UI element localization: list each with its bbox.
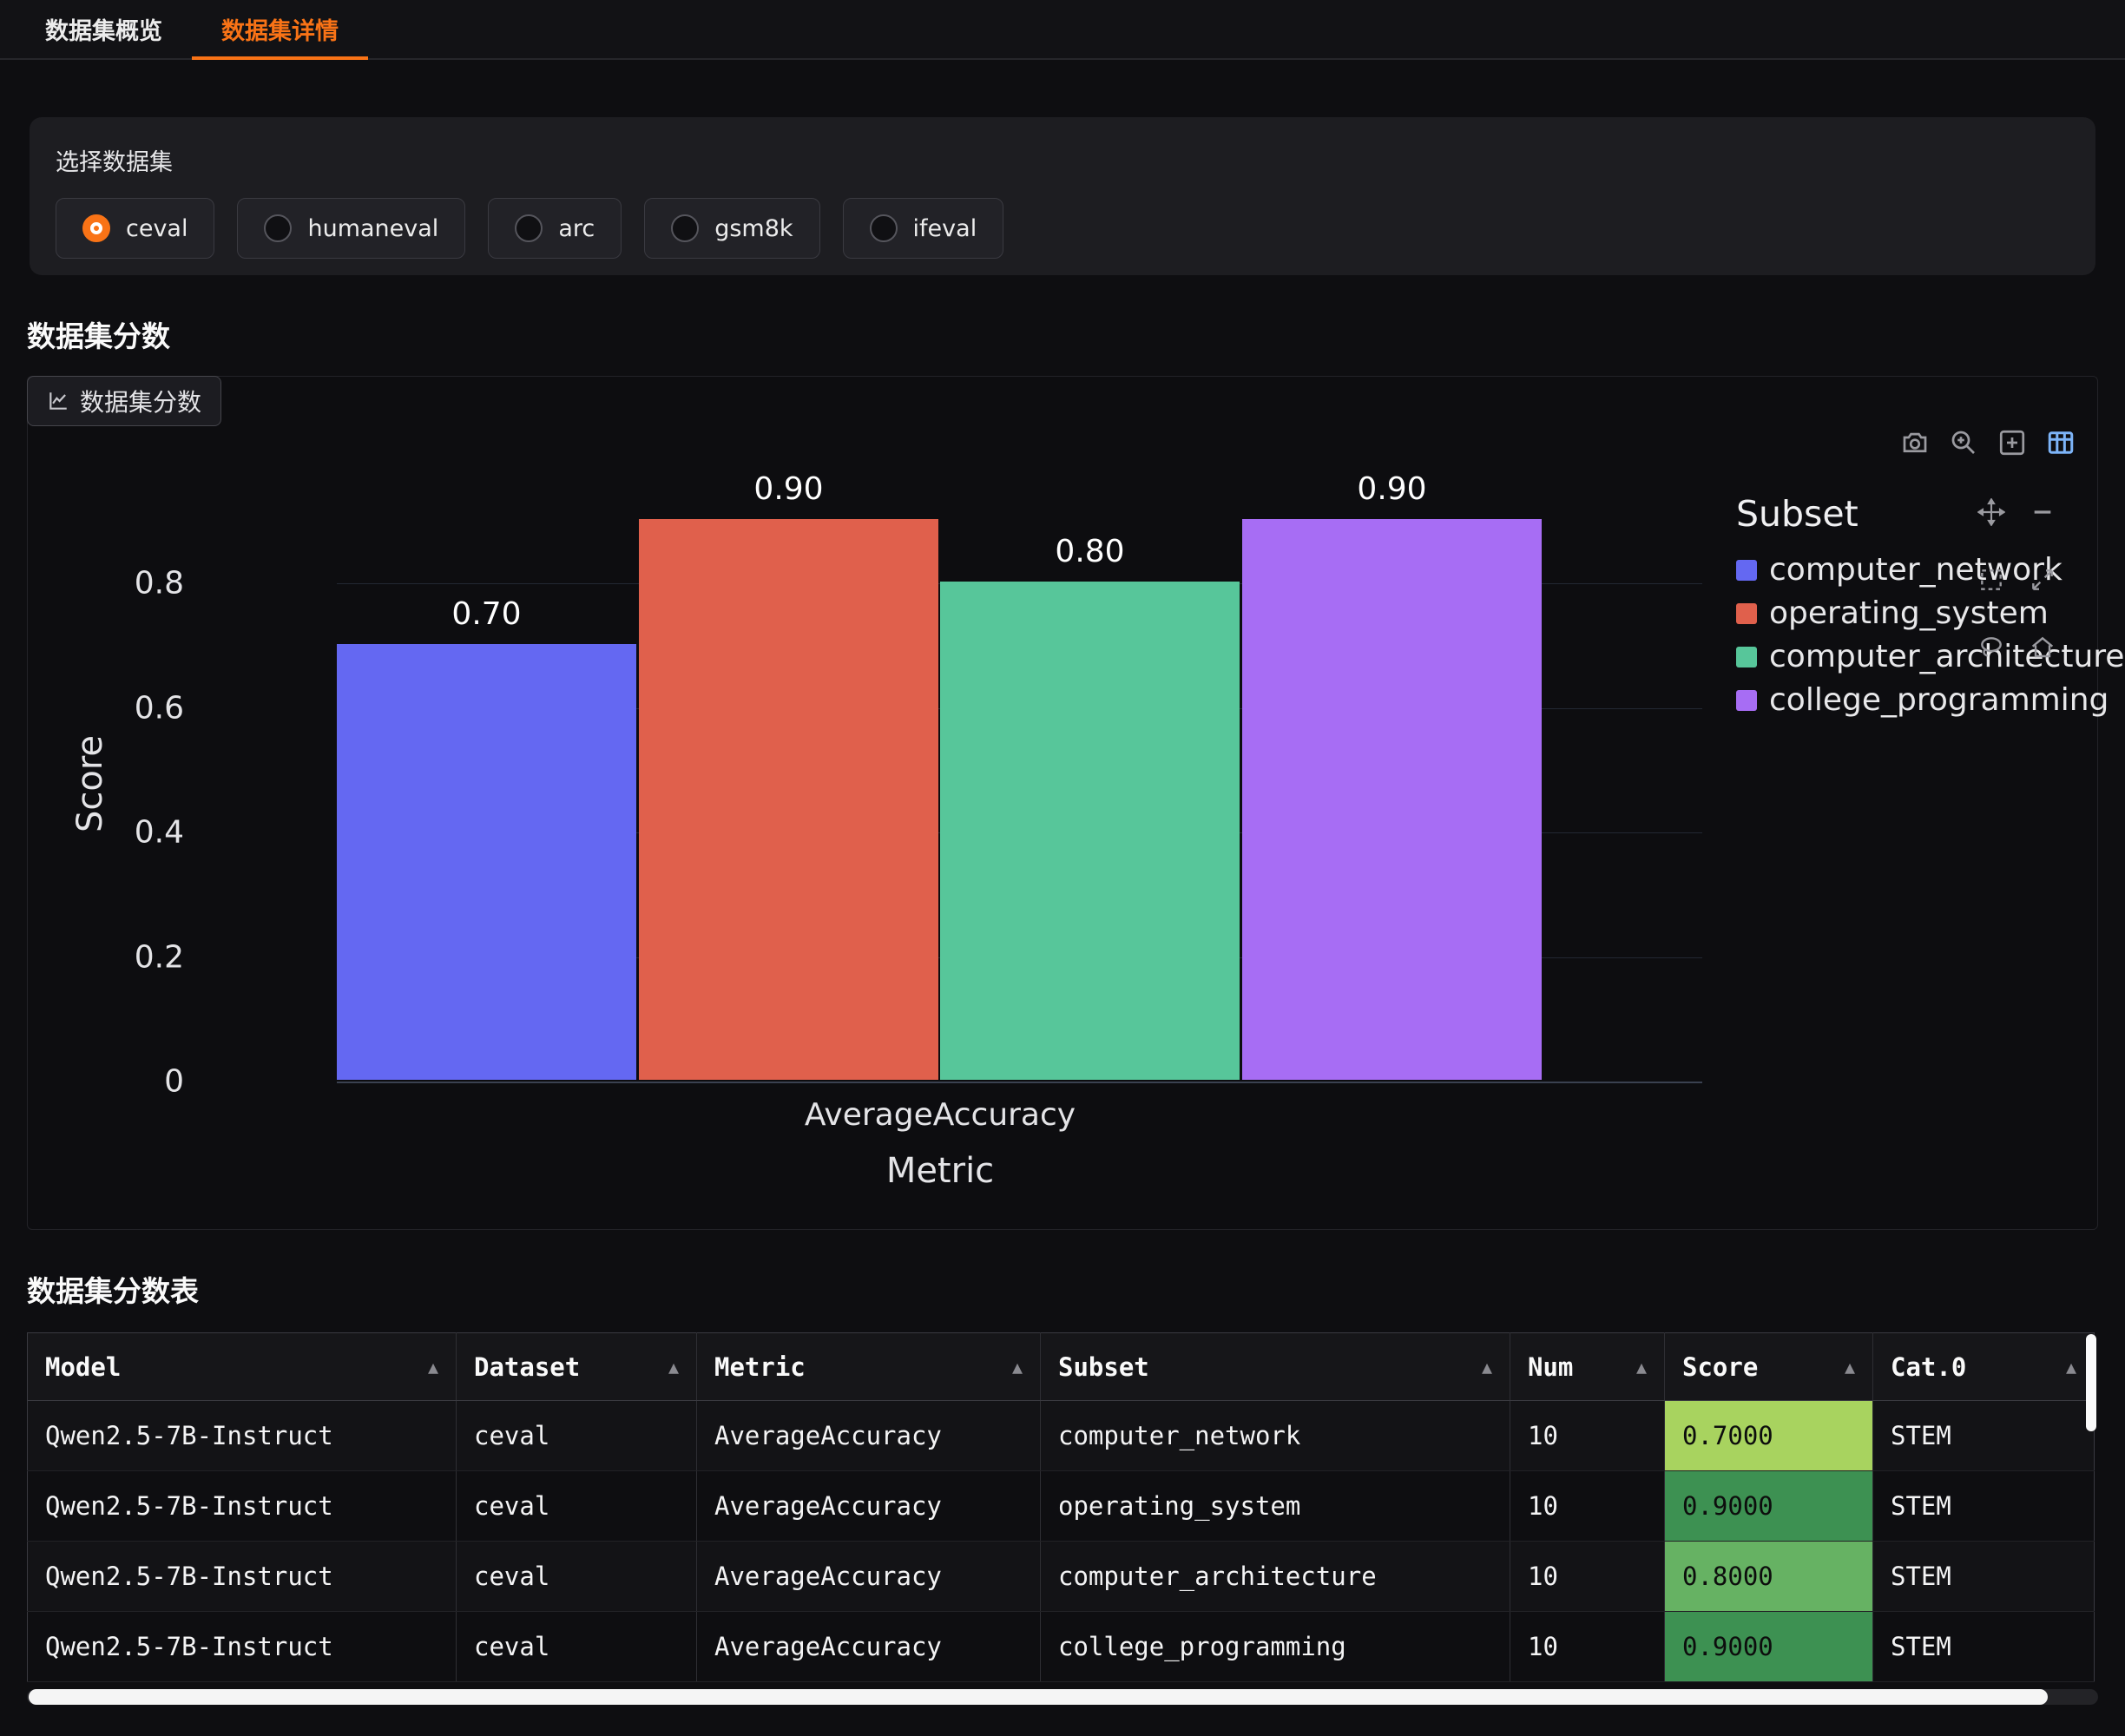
- dataset-radio-group: ceval humaneval arc gsm8k ifeval: [56, 198, 2069, 259]
- sort-asc-icon: ▲: [1482, 1357, 1492, 1378]
- y-tick: 0: [54, 1064, 184, 1100]
- radio-option-ceval[interactable]: ceval: [56, 198, 214, 259]
- x-tick-average-accuracy: AverageAccuracy: [337, 1097, 1543, 1133]
- horizontal-scrollbar-thumb[interactable]: [29, 1689, 2048, 1705]
- bar: [337, 644, 636, 1080]
- dataset-selector-title: 选择数据集: [56, 143, 2069, 177]
- x-axis-line: [337, 1082, 1702, 1083]
- score-cell: 0.8000: [1665, 1542, 1873, 1612]
- chart-section-title: 数据集分数: [27, 313, 2125, 355]
- pan-icon[interactable]: [1977, 498, 2005, 526]
- y-tick: 0.8: [54, 566, 184, 602]
- legend-item-operating-system[interactable]: operating_system: [1736, 595, 2124, 631]
- line-chart-icon: [47, 390, 69, 412]
- chart-legend: Subset computer_network operating_system…: [1736, 493, 2124, 726]
- tab-dataset-details[interactable]: 数据集详情: [192, 0, 368, 58]
- radio-option-ifeval[interactable]: ifeval: [843, 198, 1004, 259]
- radio-unselected-icon: [870, 214, 898, 242]
- bar-value-label: 0.90: [753, 471, 823, 507]
- radio-unselected-icon: [671, 214, 699, 242]
- legend-swatch: [1736, 560, 1757, 581]
- radio-option-arc[interactable]: arc: [488, 198, 622, 259]
- table-row: Qwen2.5-7B-Instruct ceval AverageAccurac…: [28, 1471, 2095, 1542]
- dataset-score-table: Model▲ Dataset▲ Metric▲ Subset▲ Num▲ Sco…: [27, 1332, 2098, 1682]
- radio-unselected-icon: [264, 214, 292, 242]
- legend-swatch: [1736, 647, 1757, 667]
- zoom-out-icon[interactable]: [2029, 498, 2056, 526]
- zoom-icon[interactable]: [1948, 427, 1979, 458]
- bar: [639, 519, 938, 1080]
- table-row: Qwen2.5-7B-Instruct ceval AverageAccurac…: [28, 1612, 2095, 1682]
- bar-value-label: 0.80: [1055, 534, 1124, 569]
- x-axis-title: Metric: [337, 1151, 1543, 1191]
- table-view-icon-active[interactable]: [2045, 427, 2076, 458]
- sort-asc-icon: ▲: [428, 1357, 438, 1378]
- bar-value-label: 0.90: [1357, 471, 1426, 507]
- score-cell: 0.7000: [1665, 1401, 1873, 1471]
- col-header-score[interactable]: Score▲: [1665, 1333, 1873, 1401]
- chart-toggle-label: 数据集分数: [80, 384, 201, 418]
- col-header-cat0[interactable]: Cat.0▲: [1873, 1333, 2095, 1401]
- col-header-subset[interactable]: Subset▲: [1041, 1333, 1510, 1401]
- bar-operating-system: 0.90: [639, 471, 938, 1080]
- sort-asc-icon: ▲: [1636, 1357, 1647, 1378]
- legend-item-college-programming[interactable]: college_programming: [1736, 682, 2124, 718]
- box-select-icon[interactable]: [1977, 566, 2005, 594]
- bar-college-programming: 0.90: [1242, 471, 1542, 1080]
- y-axis-title: Score: [70, 735, 110, 832]
- radio-selected-icon: [82, 214, 110, 242]
- bar-computer-architecture: 0.80: [940, 534, 1240, 1080]
- table-header-row: Model▲ Dataset▲ Metric▲ Subset▲ Num▲ Sco…: [28, 1333, 2095, 1401]
- legend-title: Subset: [1736, 493, 2124, 535]
- bar-computer-network: 0.70: [337, 596, 636, 1080]
- radio-option-humaneval[interactable]: humaneval: [237, 198, 465, 259]
- col-header-model[interactable]: Model▲: [28, 1333, 457, 1401]
- tab-dataset-overview[interactable]: 数据集概览: [16, 0, 192, 58]
- chart-modebar: [1899, 427, 2076, 458]
- radio-option-gsm8k[interactable]: gsm8k: [644, 198, 819, 259]
- col-header-dataset[interactable]: Dataset▲: [457, 1333, 697, 1401]
- lasso-select-icon[interactable]: [1977, 634, 2005, 661]
- reset-home-icon[interactable]: [2029, 634, 2056, 661]
- chart-toggle-chip[interactable]: 数据集分数: [27, 376, 221, 426]
- bar: [940, 582, 1240, 1080]
- score-cell: 0.9000: [1665, 1471, 1873, 1542]
- dataset-score-chart: 数据集分数: [27, 376, 2098, 1230]
- table-section-title: 数据集分数表: [27, 1268, 2125, 1310]
- score-cell: 0.9000: [1665, 1612, 1873, 1682]
- radio-label: humaneval: [307, 215, 438, 242]
- sort-asc-icon: ▲: [2066, 1357, 2076, 1378]
- camera-download-icon[interactable]: [1899, 427, 1931, 458]
- sort-asc-icon: ▲: [668, 1357, 679, 1378]
- legend-item-computer-architecture[interactable]: computer_architecture: [1736, 639, 2124, 674]
- radio-label: gsm8k: [714, 215, 793, 242]
- zoom-in-icon[interactable]: [1997, 427, 2028, 458]
- legend-swatch: [1736, 603, 1757, 624]
- sort-asc-icon: ▲: [1012, 1357, 1023, 1378]
- radio-label: ifeval: [913, 215, 977, 242]
- col-header-num[interactable]: Num▲: [1510, 1333, 1665, 1401]
- horizontal-scrollbar-track[interactable]: [27, 1689, 2098, 1705]
- tab-bar: 数据集概览 数据集详情: [0, 0, 2125, 60]
- vertical-scrollbar-thumb[interactable]: [2086, 1334, 2096, 1431]
- y-tick: 0.6: [54, 691, 184, 727]
- col-header-metric[interactable]: Metric▲: [697, 1333, 1041, 1401]
- autoscale-icon[interactable]: [2029, 566, 2056, 594]
- legend-swatch: [1736, 690, 1757, 711]
- radio-label: ceval: [126, 215, 188, 242]
- dataset-selector-panel: 选择数据集 ceval humaneval arc gsm8k ifeval: [30, 117, 2095, 275]
- y-tick: 0.2: [54, 940, 184, 976]
- radio-label: arc: [558, 215, 595, 242]
- bar-value-label: 0.70: [451, 596, 521, 632]
- legend-item-computer-network[interactable]: computer_network: [1736, 552, 2124, 588]
- radio-unselected-icon: [515, 214, 543, 242]
- sort-asc-icon: ▲: [1845, 1357, 1855, 1378]
- bar: [1242, 519, 1542, 1080]
- table-row: Qwen2.5-7B-Instruct ceval AverageAccurac…: [28, 1542, 2095, 1612]
- table-row: Qwen2.5-7B-Instruct ceval AverageAccurac…: [28, 1401, 2095, 1471]
